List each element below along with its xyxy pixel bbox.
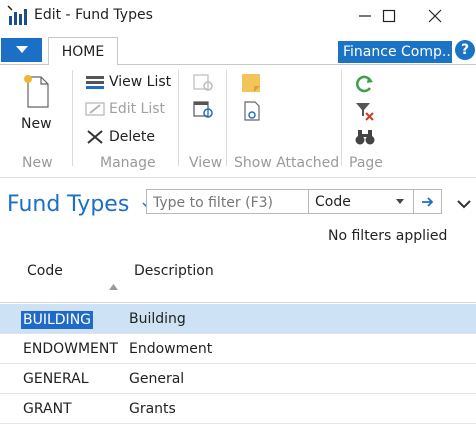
filter-field-value: Code [315, 193, 351, 210]
help-button[interactable]: ? [455, 40, 475, 60]
cell-code[interactable]: GENERAL [23, 371, 89, 387]
delete-icon [87, 130, 103, 144]
cell-description[interactable]: Building [129, 311, 186, 327]
company-button[interactable]: Finance Comp... [338, 41, 452, 63]
page-title[interactable]: Fund Types [7, 192, 152, 217]
view-list-label: View List [109, 74, 172, 90]
filter-status: No filters applied [328, 228, 448, 244]
ribbon-separator [226, 70, 227, 166]
group-label-new: New [22, 155, 53, 171]
group-label-view: View [189, 155, 223, 171]
maximize-button[interactable] [366, 0, 412, 32]
ribbon-separator [178, 70, 179, 166]
filter-box: Code [146, 189, 442, 215]
new-button[interactable]: New [21, 116, 52, 132]
column-header-code[interactable]: Code [27, 263, 63, 279]
page-title-label: Fund Types [7, 192, 130, 217]
sort-ascending-icon [109, 275, 118, 294]
find-icon[interactable] [355, 128, 375, 150]
cell-description[interactable]: Endowment [129, 341, 212, 357]
view-list-button[interactable]: View List [85, 74, 171, 90]
group-label-page: Page [349, 155, 383, 171]
apply-filter-button[interactable] [413, 190, 442, 213]
view-details-icon[interactable] [193, 101, 215, 123]
view-icon[interactable] [193, 74, 215, 96]
links-icon[interactable] [242, 101, 262, 125]
edit-list-label: Edit List [109, 101, 166, 117]
edit-list-button[interactable]: Edit List [85, 101, 165, 117]
collapse-filter-button[interactable] [457, 194, 471, 213]
filter-field-select[interactable]: Code [308, 190, 412, 213]
ribbon-separator [72, 70, 73, 166]
app-menu-button[interactable] [1, 38, 42, 62]
group-label-manage: Manage [100, 155, 156, 171]
notes-icon[interactable] [241, 73, 261, 97]
arrow-right-icon [422, 196, 434, 207]
header-divider [0, 302, 476, 303]
dropdown-arrow-icon [15, 46, 28, 53]
table-row[interactable]: BUILDING Building [0, 304, 476, 334]
filter-input[interactable] [147, 190, 315, 215]
chevron-down-icon [457, 200, 471, 209]
cell-code[interactable]: BUILDING [21, 311, 94, 329]
table-row[interactable]: GENERAL General [0, 364, 476, 394]
column-header-description-label: Description [134, 263, 214, 279]
maximize-icon [382, 9, 396, 23]
window-title: Edit - Fund Types [34, 7, 153, 23]
tab-home[interactable]: HOME [48, 37, 118, 66]
cell-code[interactable]: ENDOWMENT [23, 341, 118, 357]
cell-code[interactable]: GRANT [23, 401, 72, 417]
table-row[interactable]: GRANT Grants [0, 394, 476, 424]
column-header-code-label: Code [27, 263, 63, 279]
column-header-description[interactable]: Description [134, 263, 214, 279]
ribbon-separator [341, 70, 342, 166]
edit-list-icon [85, 102, 105, 116]
refresh-icon[interactable] [355, 74, 375, 98]
table-row[interactable]: ENDOWMENT Endowment [0, 334, 476, 364]
close-button[interactable] [412, 0, 458, 32]
new-document-icon [22, 73, 50, 113]
dropdown-arrow-icon [396, 199, 404, 204]
clear-filter-icon[interactable] [355, 101, 375, 125]
view-list-icon [86, 76, 104, 89]
group-label-show-attached: Show Attached [234, 155, 340, 171]
cell-description[interactable]: Grants [129, 401, 176, 417]
delete-label: Delete [109, 129, 155, 145]
cell-description[interactable]: General [129, 371, 184, 387]
delete-button[interactable]: Delete [85, 129, 155, 145]
close-icon [428, 9, 442, 23]
app-icon [6, 5, 30, 27]
